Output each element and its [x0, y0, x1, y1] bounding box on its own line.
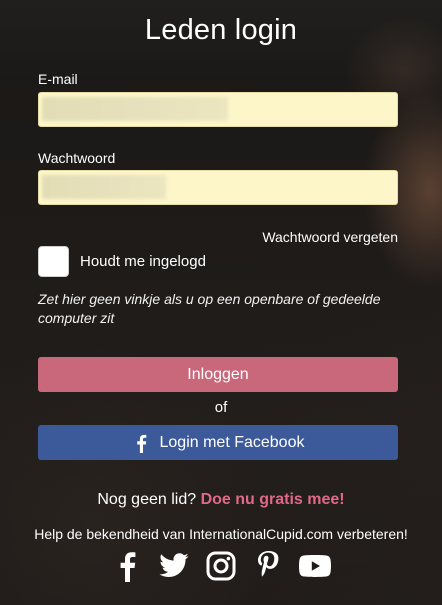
forgot-password-link[interactable]: Wachtwoord vergeten	[262, 229, 398, 245]
or-separator: of	[214, 399, 228, 416]
login-button-label: Inloggen	[187, 365, 249, 383]
remember-me-checkbox[interactable]	[38, 246, 69, 277]
public-computer-hint: Zet hier geen vinkje als u op een openba…	[38, 291, 381, 326]
remember-me-label[interactable]: Houdt me ingelogd	[80, 253, 206, 270]
help-text: Help de bekendheid van InternationalCupi…	[34, 526, 408, 542]
facebook-button-label: Login met Facebook	[159, 433, 305, 451]
login-button[interactable]: Inloggen	[38, 357, 398, 392]
facebook-login-button[interactable]: Login met Facebook	[38, 425, 398, 460]
password-label: Wachtwoord	[38, 150, 116, 166]
signup-row: Nog geen lid? Doe nu gratis mee!	[0, 491, 442, 509]
instagram-icon[interactable]	[205, 550, 237, 582]
facebook-icon[interactable]	[111, 550, 143, 582]
facebook-icon	[132, 433, 150, 453]
page-title: Leden login	[144, 14, 298, 46]
pinterest-icon[interactable]	[252, 550, 284, 582]
email-label: E-mail	[38, 71, 78, 87]
twitter-icon[interactable]	[158, 550, 190, 582]
social-links	[0, 548, 442, 584]
email-redacted-value	[42, 97, 228, 121]
signup-link[interactable]: Doe nu gratis mee!	[201, 491, 345, 508]
youtube-icon[interactable]	[299, 550, 331, 582]
password-redacted-value	[42, 175, 166, 199]
signup-prompt: Nog geen lid?	[97, 491, 197, 508]
